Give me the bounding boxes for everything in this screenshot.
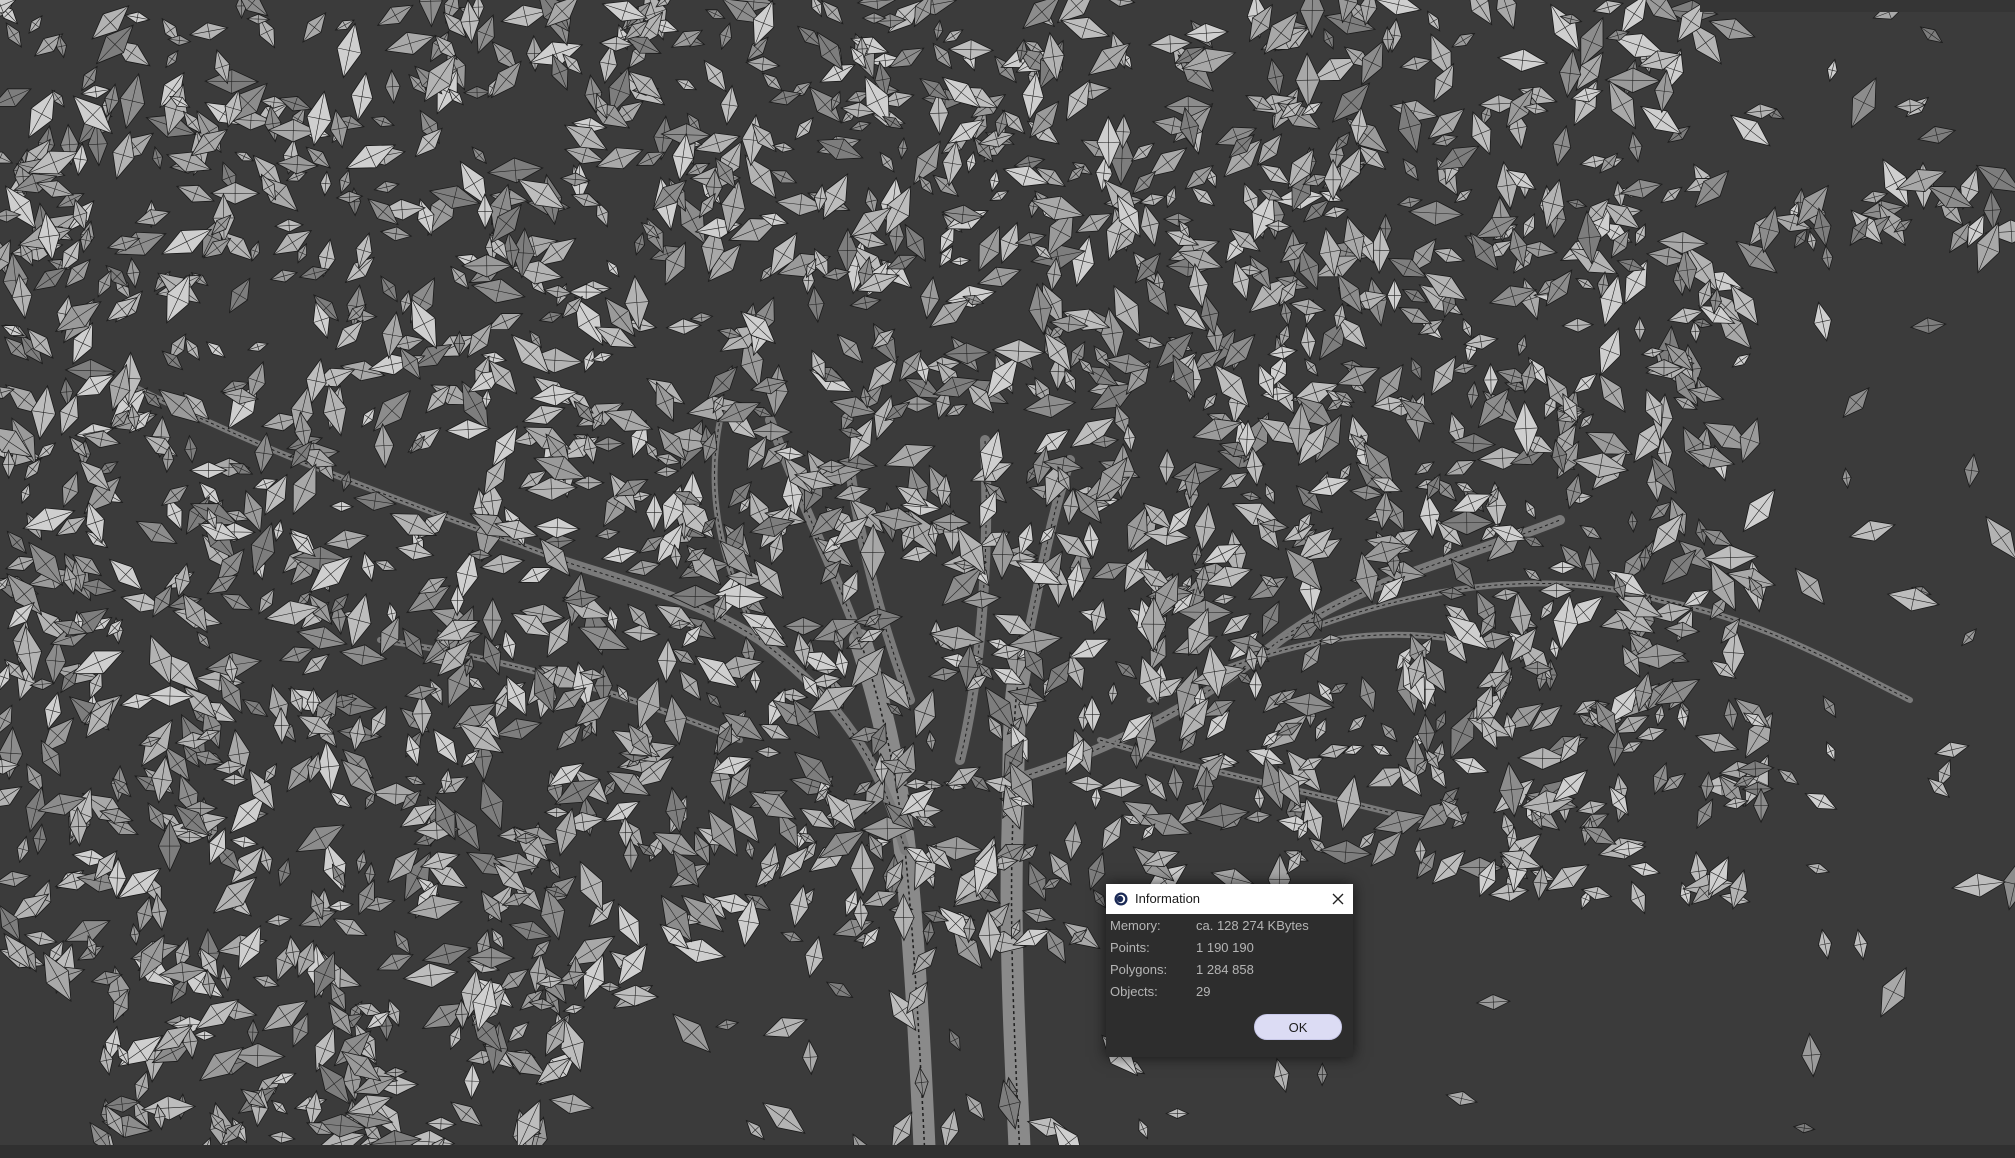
dialog-titlebar[interactable]: Information	[1106, 884, 1353, 914]
close-icon	[1332, 893, 1344, 905]
3d-viewport[interactable]	[0, 0, 2015, 1158]
info-row-objects: Objects: 29	[1110, 982, 1350, 1002]
close-button[interactable]	[1327, 888, 1349, 910]
information-dialog: Information Memory: ca. 128 274 KBytes P…	[1106, 884, 1353, 1057]
cinema4d-app-icon	[1114, 892, 1128, 906]
info-row-polygons: Polygons: 1 284 858	[1110, 960, 1350, 980]
ok-button[interactable]: OK	[1254, 1014, 1342, 1040]
points-label: Points:	[1110, 940, 1150, 955]
objects-value: 29	[1196, 984, 1211, 999]
info-row-memory: Memory: ca. 128 274 KBytes	[1110, 916, 1350, 936]
points-value: 1 190 190	[1196, 940, 1254, 955]
memory-label: Memory:	[1110, 918, 1161, 933]
dialog-title: Information	[1135, 891, 1201, 906]
info-row-points: Points: 1 190 190	[1110, 938, 1350, 958]
viewport-bottom-edge	[0, 1145, 2015, 1158]
viewport-top-edge	[1700, 0, 2015, 12]
polygons-label: Polygons:	[1110, 962, 1168, 977]
tree-wireframe-canvas	[0, 0, 2015, 1158]
polygons-value: 1 284 858	[1196, 962, 1254, 977]
objects-label: Objects:	[1110, 984, 1158, 999]
memory-value: ca. 128 274 KBytes	[1196, 918, 1309, 933]
